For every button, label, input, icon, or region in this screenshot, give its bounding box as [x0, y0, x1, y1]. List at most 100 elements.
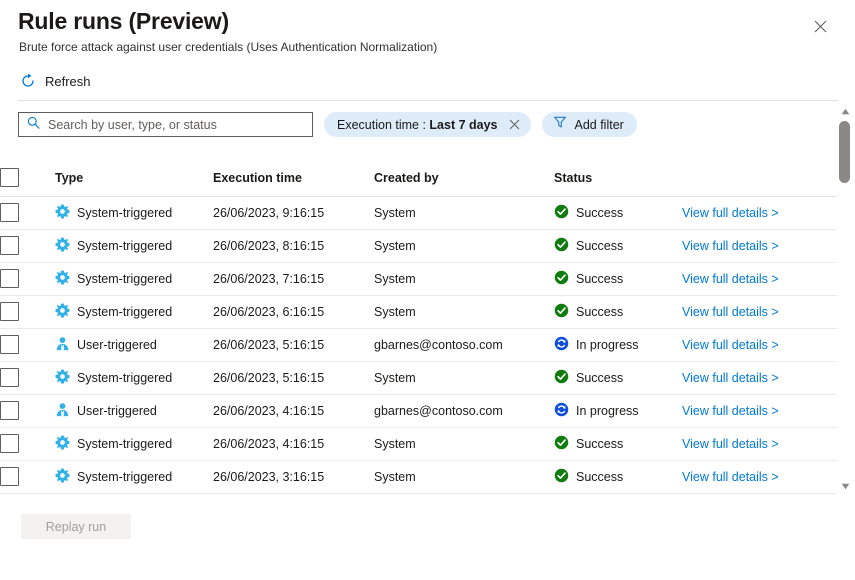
cell-status: Success — [554, 295, 682, 328]
close-button[interactable] — [807, 13, 833, 39]
gear-icon — [55, 435, 70, 453]
in-progress-icon — [554, 402, 569, 420]
row-checkbox[interactable] — [0, 401, 19, 420]
view-full-details-link[interactable]: View full details > — [682, 470, 779, 484]
command-bar: Refresh — [18, 66, 97, 96]
row-checkbox[interactable] — [0, 434, 19, 453]
row-checkbox[interactable] — [0, 467, 19, 486]
in-progress-icon — [554, 336, 569, 354]
add-filter-button[interactable]: Add filter — [542, 112, 637, 137]
runs-table: Type Execution time Created by Status Sy… — [0, 160, 838, 494]
table-row[interactable]: System-triggered 26/06/2023, 6:16:15Syste… — [0, 295, 838, 328]
table-row[interactable]: User-triggered26/06/2023, 5:16:15gbarnes… — [0, 328, 838, 361]
view-full-details-link[interactable]: View full details > — [682, 404, 779, 418]
cell-execution-time: 26/06/2023, 4:16:15 — [213, 394, 374, 427]
row-checkbox[interactable] — [0, 269, 19, 288]
scroll-up-arrow-icon[interactable] — [837, 104, 853, 119]
search-input[interactable] — [48, 118, 306, 132]
filter-chip-prefix: Execution time : — [337, 118, 429, 132]
scrollbar-thumb[interactable] — [839, 121, 850, 183]
view-full-details-link[interactable]: View full details > — [682, 305, 779, 319]
filter-row: Execution time : Last 7 days Add filter — [18, 112, 637, 137]
cell-created-by: System — [374, 295, 554, 328]
cell-status: Success — [554, 460, 682, 493]
cell-actions: View full details > — [682, 229, 838, 262]
gear-icon — [55, 204, 70, 222]
add-filter-label: Add filter — [575, 118, 624, 132]
cell-actions: View full details > — [682, 460, 838, 493]
row-checkbox[interactable] — [0, 335, 19, 354]
cell-status: Success — [554, 427, 682, 460]
row-checkbox[interactable] — [0, 236, 19, 255]
scroll-down-arrow-icon[interactable] — [837, 479, 853, 494]
column-header-actions — [682, 160, 838, 196]
row-checkbox[interactable] — [0, 203, 19, 222]
refresh-button[interactable]: Refresh — [18, 70, 97, 92]
cell-actions: View full details > — [682, 196, 838, 229]
cell-created-by: System — [374, 427, 554, 460]
column-header-created-by[interactable]: Created by — [374, 160, 554, 196]
filter-chip-execution-time[interactable]: Execution time : Last 7 days — [324, 112, 531, 137]
table-header-row: Type Execution time Created by Status — [0, 160, 838, 196]
view-full-details-link[interactable]: View full details > — [682, 206, 779, 220]
cell-type: User-triggered — [55, 394, 213, 427]
cell-status: In progress — [554, 394, 682, 427]
view-full-details-link[interactable]: View full details > — [682, 371, 779, 385]
vertical-scrollbar[interactable] — [837, 104, 853, 494]
table-row[interactable]: System-triggered26/06/2023, 8:16:15Syste… — [0, 229, 838, 262]
success-icon — [554, 303, 569, 321]
view-full-details-link[interactable]: View full details > — [682, 437, 779, 451]
cell-type: System-triggered — [55, 460, 213, 493]
cell-created-by: gbarnes@contoso.com — [374, 394, 554, 427]
row-select-cell — [0, 196, 55, 229]
table-row[interactable]: User-triggered 26/06/2023, 4:16:15gbarnes… — [0, 394, 838, 427]
view-full-details-link[interactable]: View full details > — [682, 239, 779, 253]
status-label: Success — [576, 371, 623, 385]
table-row[interactable]: System-triggered26/06/2023, 9:16:15Syste… — [0, 196, 838, 229]
row-select-cell — [0, 460, 55, 493]
type-label: System-triggered — [77, 437, 172, 451]
cell-actions: View full details > — [682, 394, 838, 427]
table-body: System-triggered26/06/2023, 9:16:15Syste… — [0, 196, 838, 493]
row-select-cell — [0, 295, 55, 328]
cell-created-by: System — [374, 361, 554, 394]
column-header-status[interactable]: Status — [554, 160, 682, 196]
table-row[interactable]: System-triggered26/06/2023, 7:16:15Syste… — [0, 262, 838, 295]
cell-execution-time: 26/06/2023, 3:16:15 — [213, 460, 374, 493]
cell-status: Success — [554, 196, 682, 229]
success-icon — [554, 237, 569, 255]
table-row[interactable]: System-triggered26/06/2023, 5:16:15Syste… — [0, 361, 838, 394]
cell-created-by: System — [374, 460, 554, 493]
search-icon — [27, 116, 40, 134]
search-box[interactable] — [18, 112, 313, 137]
table-row[interactable]: System-triggered26/06/2023, 4:16:15Syste… — [0, 427, 838, 460]
type-label: System-triggered — [77, 305, 172, 319]
status-label: Success — [576, 272, 623, 286]
column-header-type[interactable]: Type — [55, 160, 213, 196]
row-select-cell — [0, 394, 55, 427]
user-icon — [55, 402, 70, 420]
cell-execution-time: 26/06/2023, 5:16:15 — [213, 361, 374, 394]
filter-chip-remove-icon[interactable] — [508, 118, 522, 132]
header-divider — [18, 100, 838, 101]
cell-type: System-triggered — [55, 361, 213, 394]
select-all-checkbox[interactable] — [0, 168, 19, 187]
column-header-execution-time[interactable]: Execution time — [213, 160, 374, 196]
type-label: User-triggered — [77, 404, 157, 418]
view-full-details-link[interactable]: View full details > — [682, 272, 779, 286]
type-label: System-triggered — [77, 470, 172, 484]
replay-run-button[interactable]: Replay run — [21, 514, 131, 539]
view-full-details-link[interactable]: View full details > — [682, 338, 779, 352]
scrollbar-track[interactable] — [837, 119, 853, 479]
row-checkbox[interactable] — [0, 302, 19, 321]
gear-icon — [55, 303, 70, 321]
cell-created-by: gbarnes@contoso.com — [374, 328, 554, 361]
status-label: Success — [576, 239, 623, 253]
replay-run-label: Replay run — [46, 520, 106, 534]
cell-type: System-triggered — [55, 196, 213, 229]
table-row[interactable]: System-triggered 26/06/2023, 3:16:15Syste… — [0, 460, 838, 493]
gear-icon — [55, 237, 70, 255]
status-label: Success — [576, 305, 623, 319]
row-checkbox[interactable] — [0, 368, 19, 387]
cell-execution-time: 26/06/2023, 6:16:15 — [213, 295, 374, 328]
